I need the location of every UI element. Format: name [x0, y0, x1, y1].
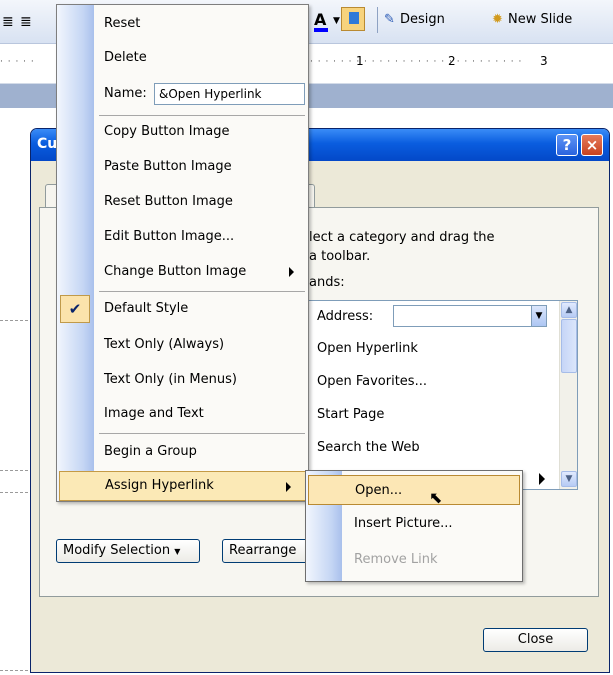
rearrange-commands-button[interactable]: Rearrange [222, 539, 312, 563]
dialog-title: Cu [37, 136, 58, 152]
ruler-ticks: · · · · · · · · · · · · · · · · · · · · … [310, 57, 523, 67]
modify-selection-button[interactable]: Modify Selection ▼ [56, 539, 200, 563]
rearrange-label: Rearrange [229, 543, 297, 558]
menu-item-text-only-always[interactable]: Text Only (Always) [57, 328, 308, 362]
slide-guide-line [0, 320, 28, 321]
ruler-mark: 1 [356, 54, 364, 68]
font-color-icon[interactable]: A [314, 10, 326, 29]
submenu-arrow-icon [539, 473, 545, 485]
address-label: Address: [317, 309, 374, 324]
menu-separator [99, 433, 305, 434]
globe-icon [349, 12, 359, 24]
list-item[interactable]: Open Favorites... [317, 374, 427, 389]
menu-item-insert-picture[interactable]: Insert Picture... [308, 509, 520, 539]
chevron-down-icon: ▼ [174, 547, 181, 556]
name-label: Name: [104, 86, 147, 101]
ruler-ticks: · · · · · [0, 57, 35, 67]
ruler-mark: 3 [540, 54, 548, 68]
help-button[interactable]: ? [556, 134, 578, 156]
menu-item-reset[interactable]: Reset [57, 7, 308, 41]
assign-hyperlink-submenu: Open... ⬉ Insert Picture... Remove Link [305, 470, 523, 582]
menu-item-copy-button-image[interactable]: Copy Button Image [57, 115, 308, 149]
instruction-text: lect a category and drag the [309, 230, 495, 245]
font-color-bar [314, 28, 328, 32]
slide-guide-line [0, 470, 28, 471]
address-combobox[interactable] [393, 305, 541, 327]
ruler-mark: 2 [448, 54, 456, 68]
menu-item-remove-link: Remove Link [354, 552, 438, 567]
align-justify-icon[interactable]: ≣ [2, 14, 14, 30]
slide-guide-line [0, 670, 28, 671]
chevron-down-icon[interactable]: ▼ [531, 305, 547, 327]
menu-item-open[interactable]: Open... ⬉ [308, 475, 520, 507]
modify-selection-label: Modify Selection [63, 543, 171, 558]
menu-item-change-button-image[interactable]: Change Button Image [57, 255, 308, 289]
menu-item-name: Name: &Open Hyperlink [57, 77, 308, 111]
name-input[interactable]: &Open Hyperlink [154, 83, 305, 105]
menu-item-edit-button-image[interactable]: Edit Button Image... [57, 220, 308, 254]
checkmark-icon: ✔ [60, 295, 90, 323]
submenu-arrow-icon [289, 267, 294, 277]
commands-label: ands: [309, 275, 345, 290]
toolbar-separator [377, 7, 378, 33]
commands-list[interactable]: Address: ▼ Open Hyperlink Open Favorites… [306, 300, 578, 490]
list-item[interactable]: Search the Web [317, 440, 420, 455]
submenu-arrow-icon [286, 482, 291, 492]
list-item[interactable]: Open Hyperlink [317, 341, 418, 356]
button-context-menu: Reset Delete Name: &Open Hyperlink Copy … [56, 4, 309, 502]
chevron-down-icon[interactable]: ▼ [333, 16, 340, 26]
list-item[interactable]: Start Page [317, 407, 384, 422]
new-slide-icon: ✹ [492, 12, 503, 27]
commands-scrollbar[interactable]: ▲ ▼ [559, 301, 577, 489]
menu-item-reset-button-image[interactable]: Reset Button Image [57, 185, 308, 219]
menu-item-text-only-menus[interactable]: Text Only (in Menus) [57, 363, 308, 397]
close-button[interactable]: Close [483, 628, 588, 652]
menu-item-image-and-text[interactable]: Image and Text [57, 397, 308, 431]
menu-item-assign-hyperlink[interactable]: Assign Hyperlink [59, 471, 306, 501]
chevron-down-icon[interactable]: ▼ [561, 471, 577, 487]
menu-item-paste-button-image[interactable]: Paste Button Image [57, 150, 308, 184]
design-icon: ✎ [384, 12, 395, 27]
menu-item-delete[interactable]: Delete [57, 41, 308, 75]
align-distributed-icon[interactable]: ≣ [20, 14, 32, 30]
menu-item-default-style[interactable]: ✔ Default Style [57, 292, 308, 326]
chevron-up-icon[interactable]: ▲ [561, 302, 577, 318]
close-icon[interactable]: × [581, 134, 603, 156]
menu-item-begin-group[interactable]: Begin a Group [57, 435, 308, 469]
new-slide-button[interactable]: New Slide [508, 12, 572, 27]
instruction-text: a toolbar. [309, 249, 371, 264]
slide-guide-line [0, 492, 28, 493]
mouse-cursor-icon: ⬉ [429, 488, 443, 507]
scrollbar-thumb[interactable] [561, 319, 577, 373]
design-button[interactable]: Design [400, 12, 445, 27]
